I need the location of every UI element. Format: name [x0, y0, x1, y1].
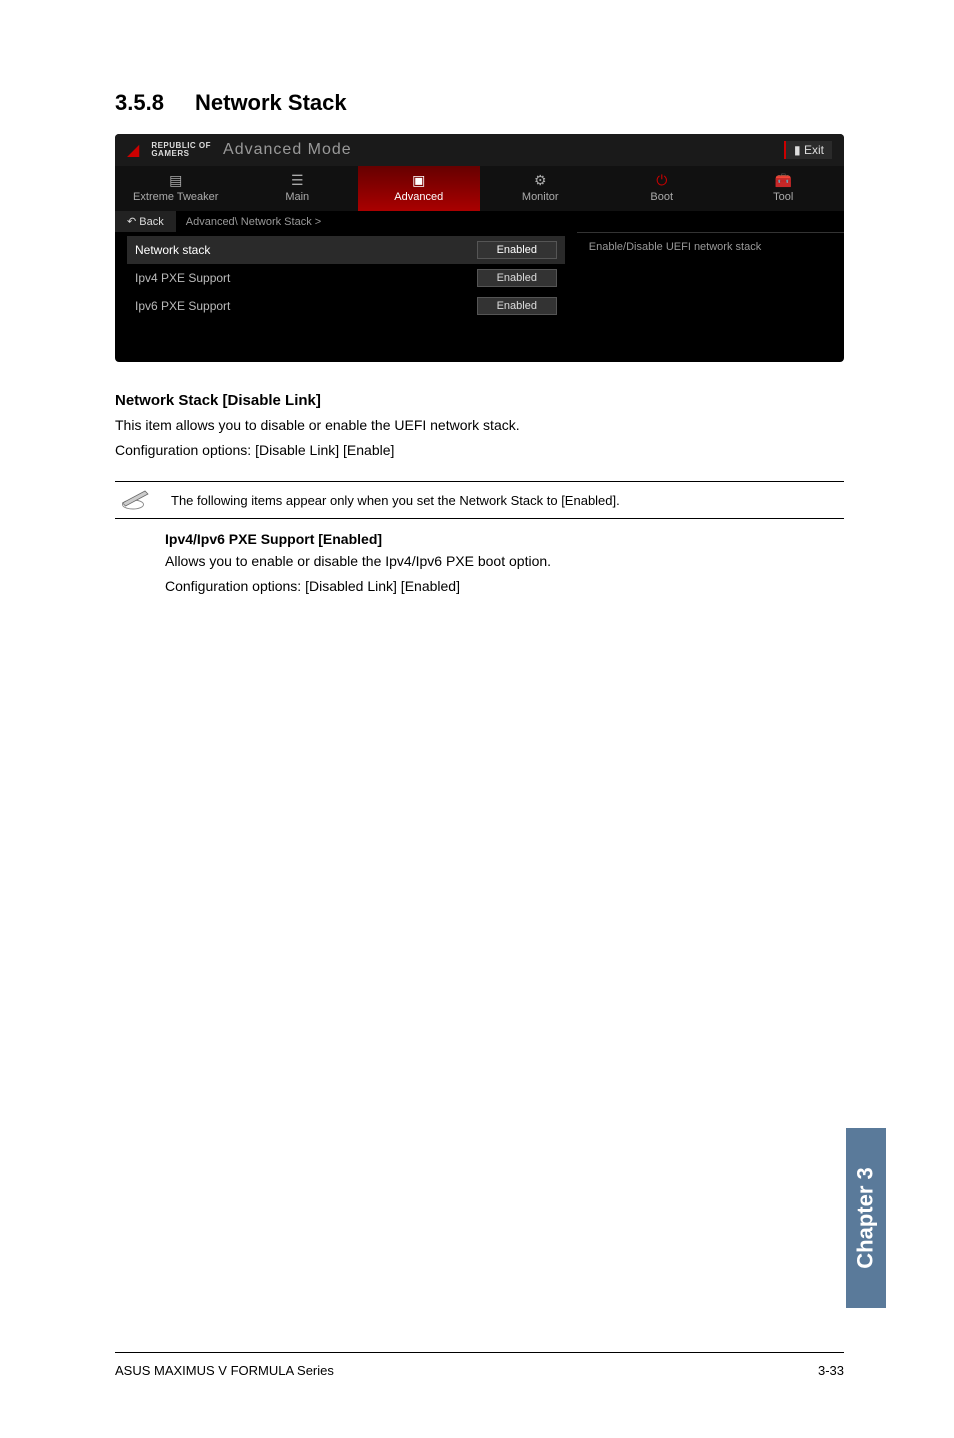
tab-label: Tool [773, 191, 793, 203]
subsection2-title: Ipv4/Ipv6 PXE Support [Enabled] [165, 531, 844, 547]
tab-tool[interactable]: 🧰 Tool [723, 166, 845, 211]
setting-value[interactable]: Enabled [477, 297, 557, 315]
wrench-icon: ⚙ [480, 172, 602, 189]
breadcrumb-text: Advanced\ Network Stack > [176, 216, 321, 228]
tab-main[interactable]: ☰ Main [237, 166, 359, 211]
breadcrumb-row: ↶ Back Advanced\ Network Stack > [115, 211, 844, 232]
footer-right: 3-33 [818, 1363, 844, 1378]
chapter-tab-label: Chapter 3 [853, 1167, 879, 1268]
tab-label: Boot [650, 191, 673, 203]
setting-label: Network stack [135, 243, 210, 257]
setting-label: Ipv6 PXE Support [135, 299, 230, 313]
subsection-desc: This item allows you to disable or enabl… [115, 415, 844, 436]
chapter-tab: Chapter 3 [846, 1128, 886, 1308]
subsection-title: Network Stack [Disable Link] [115, 392, 844, 409]
toolbox-icon: 🧰 [723, 172, 845, 189]
note-text: The following items appear only when you… [171, 493, 620, 508]
mode-title: Advanced Mode [223, 141, 352, 159]
back-label: Back [139, 216, 163, 228]
setting-label: Ipv4 PXE Support [135, 271, 230, 285]
help-text: Enable/Disable UEFI network stack [589, 241, 761, 253]
bios-help-panel: Enable/Disable UEFI network stack [577, 232, 844, 362]
brand-line2: GAMERS [151, 150, 211, 158]
section-title: Network Stack [195, 90, 347, 115]
tab-advanced[interactable]: ▣ Advanced [358, 166, 480, 211]
tab-label: Main [285, 191, 309, 203]
exit-icon: ▮ [794, 143, 801, 157]
setting-ipv4-pxe[interactable]: Ipv4 PXE Support Enabled [127, 264, 565, 292]
setting-value[interactable]: Enabled [477, 241, 557, 259]
tabs-row: ▤ Extreme Tweaker ☰ Main ▣ Advanced ⚙ Mo… [115, 166, 844, 211]
back-button[interactable]: ↶ Back [115, 211, 176, 232]
subsection-config: Configuration options: [Disable Link] [E… [115, 440, 844, 461]
bios-header: ◢ REPUBLIC OF GAMERS Advanced Mode ▮ Exi… [115, 134, 844, 166]
exit-button[interactable]: ▮ Exit [784, 141, 832, 159]
section-number: 3.5.8 [115, 90, 195, 116]
tab-label: Extreme Tweaker [133, 191, 218, 203]
indented-subsection: Ipv4/Ipv6 PXE Support [Enabled] Allows y… [115, 531, 844, 597]
exit-label: Exit [804, 143, 824, 157]
subsection2-config: Configuration options: [Disabled Link] [… [165, 576, 844, 597]
pencil-note-icon [115, 488, 151, 512]
chip-icon: ▣ [358, 172, 480, 189]
power-icon: ⏻ [601, 172, 723, 189]
tab-label: Monitor [522, 191, 559, 203]
rog-logo-icon: ◢ [127, 140, 139, 160]
tab-boot[interactable]: ⏻ Boot [601, 166, 723, 211]
section-heading: 3.5.8Network Stack [115, 90, 844, 116]
page-footer: ASUS MAXIMUS V FORMULA Series 3-33 [115, 1352, 844, 1378]
stack-icon: ▤ [115, 172, 237, 189]
setting-ipv6-pxe[interactable]: Ipv6 PXE Support Enabled [127, 292, 565, 320]
bios-brand: ◢ REPUBLIC OF GAMERS Advanced Mode [127, 140, 352, 160]
setting-network-stack[interactable]: Network stack Enabled [127, 236, 565, 264]
back-arrow-icon: ↶ [127, 216, 136, 228]
list-icon: ☰ [237, 172, 359, 189]
tab-extreme-tweaker[interactable]: ▤ Extreme Tweaker [115, 166, 237, 211]
tab-monitor[interactable]: ⚙ Monitor [480, 166, 602, 211]
tab-label: Advanced [394, 191, 443, 203]
bios-body: Network stack Enabled Ipv4 PXE Support E… [115, 232, 844, 362]
bios-main-panel: Network stack Enabled Ipv4 PXE Support E… [115, 232, 577, 362]
footer-left: ASUS MAXIMUS V FORMULA Series [115, 1363, 334, 1378]
note-block: The following items appear only when you… [115, 481, 844, 519]
setting-value[interactable]: Enabled [477, 269, 557, 287]
subsection2-desc: Allows you to enable or disable the Ipv4… [165, 551, 844, 572]
bios-screenshot: ◢ REPUBLIC OF GAMERS Advanced Mode ▮ Exi… [115, 134, 844, 362]
